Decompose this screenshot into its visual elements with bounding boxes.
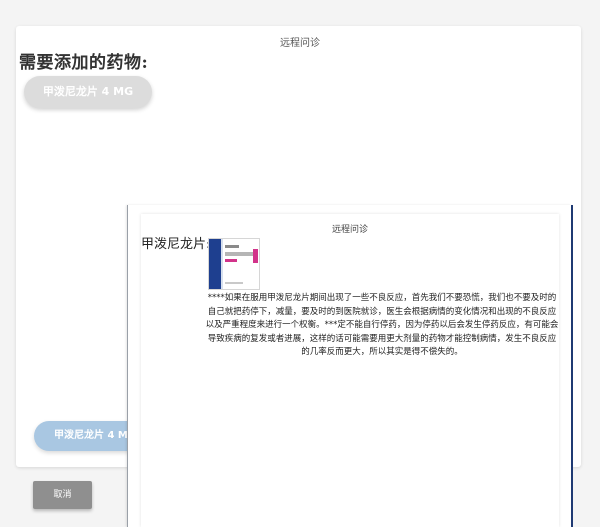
medicine-package-image [208, 238, 260, 290]
package-name-mark [225, 252, 253, 256]
medicines-to-add-heading: 需要添加的药物: [19, 53, 149, 73]
medicine-name-label: 甲泼尼龙片: [141, 237, 211, 252]
medicine-chip[interactable]: 甲泼尼龙片 4 MG [24, 76, 152, 108]
package-stripe [221, 239, 223, 289]
scrollbar[interactable] [571, 205, 573, 527]
dialog-title: 远程问诊 [280, 38, 320, 49]
medicine-detail-dialog [141, 214, 559, 527]
medication-advice-text: ****如果在服用甲泼尼龙片期间出现了一些不良反应，首先我们不要恐慌，我们也不要… [205, 293, 559, 357]
package-footer-mark [225, 282, 243, 284]
package-dose-mark [225, 259, 237, 262]
package-blue-band [209, 239, 221, 289]
package-pink-tab [253, 249, 258, 263]
package-brand-mark [225, 245, 239, 248]
remote-consultation-screen: 远程问诊 需要添加的药物: 甲泼尼龙片 4 MG 甲泼尼龙片 4 MG 取消 远… [0, 0, 600, 527]
cancel-button[interactable]: 取消 [33, 481, 92, 509]
